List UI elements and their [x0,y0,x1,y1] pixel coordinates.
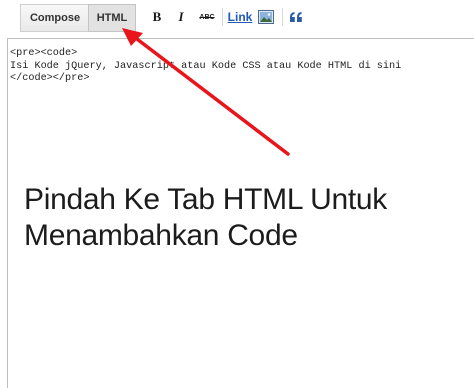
code-line: </code></pre> [10,73,90,84]
toolbar-divider [282,8,283,26]
bold-button[interactable]: B [150,8,164,26]
caption-line: Menambahkan Code [24,219,298,252]
insert-image-button[interactable] [257,8,275,26]
tab-compose[interactable]: Compose [20,4,89,32]
link-button[interactable]: Link [228,8,253,26]
toolbar-divider [222,8,223,26]
code-line: Isi Kode jQuery, Javascript atau Kode CS… [10,60,402,72]
quote-icon [290,12,302,22]
quote-button[interactable] [288,8,304,26]
annotation-caption: Pindah Ke Tab HTML Untuk Menambahkan Cod… [24,182,454,254]
editor-toolbar: Compose HTML B I ABC Link [0,0,474,38]
strikethrough-button[interactable]: ABC [198,8,216,26]
code-content: <pre><code> Isi Kode jQuery, Javascript … [10,48,401,86]
italic-button[interactable]: I [174,8,188,26]
caption-line: Pindah Ke Tab HTML Untuk [24,183,387,216]
image-icon [258,10,274,24]
tab-html[interactable]: HTML [88,4,136,32]
code-line: <pre><code> [10,48,78,59]
